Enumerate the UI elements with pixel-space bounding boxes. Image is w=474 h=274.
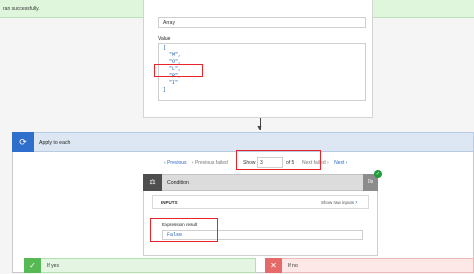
highlight-box	[150, 218, 218, 242]
if-yes-label: If yes	[47, 263, 59, 269]
loop-icon: ⟳	[12, 132, 34, 152]
apply-to-each-title: Apply to each	[39, 140, 71, 146]
previous-label: Previous	[167, 160, 187, 166]
show-raw-inputs-label: Show raw inputs	[321, 200, 355, 205]
chevron-right-icon: ›	[355, 200, 358, 206]
value-line: [	[163, 45, 167, 51]
highlight-box	[236, 150, 321, 170]
check-icon: ✓	[24, 258, 41, 273]
success-check-icon: ✓	[374, 170, 382, 178]
value-line: ]	[163, 87, 167, 93]
type-field: Array	[158, 17, 366, 28]
next-button[interactable]: Next ›	[334, 160, 347, 166]
next-label: Next	[334, 160, 345, 166]
condition-icon: ⚖	[143, 174, 162, 191]
pager: ‹ Previous ‹ Previous failed	[164, 159, 228, 167]
previous-button[interactable]: ‹ Previous	[164, 160, 187, 166]
show-raw-inputs-link[interactable]: Show raw inputs ›	[321, 196, 357, 210]
value-line: "M",	[163, 52, 182, 58]
previous-failed-button[interactable]: ‹ Previous failed	[192, 160, 228, 166]
previous-failed-label: Previous failed	[194, 160, 228, 166]
condition-title: Condition	[167, 180, 189, 186]
arrow-down-icon: ▼	[256, 125, 263, 132]
close-icon: ✕	[265, 258, 282, 273]
value-label: Value	[158, 36, 171, 42]
condition-header[interactable]: Condition	[143, 174, 378, 191]
value-line: "I"	[163, 80, 179, 86]
highlight-box	[154, 64, 203, 77]
if-no-label: If no	[288, 263, 298, 269]
if-no-branch[interactable]: If no	[265, 258, 474, 273]
apply-to-each-header[interactable]: Apply to each	[12, 132, 474, 152]
inputs-section[interactable]: INPUTS Show raw inputs ›	[152, 195, 369, 209]
inputs-label: INPUTS	[161, 200, 178, 205]
if-yes-branch[interactable]: If yes	[24, 258, 256, 273]
